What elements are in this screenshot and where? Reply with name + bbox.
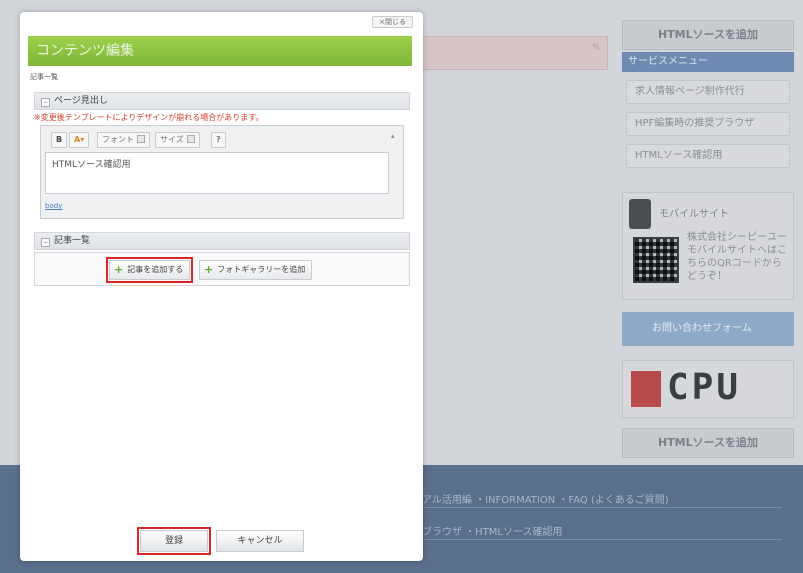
sidebar-heading-add-html: HTMLソースを追加: [622, 20, 794, 50]
toggle-icon[interactable]: −: [41, 98, 50, 107]
plus-icon: +: [114, 263, 124, 276]
pencil-icon: ✎: [591, 41, 601, 54]
section-article-list-label: 記事一覧: [54, 236, 91, 246]
add-article-label: 記事を追加する: [127, 265, 184, 274]
phone-icon: [629, 199, 651, 229]
font-select-label: フォント: [102, 135, 134, 144]
sidebar-heading-add-html-bottom: HTMLソースを追加: [622, 428, 794, 458]
register-button[interactable]: 登録: [137, 527, 211, 555]
breadcrumb: 記事一覧: [30, 73, 58, 81]
rich-text-editor: B A▾ フォント サイズ ? ▴ HTMLソース確認用 body: [40, 125, 404, 219]
mobile-site-box: モバイルサイト 株式会社シーピーユーモバイルサイトへはこちらのQRコードからどう…: [622, 192, 794, 300]
section-article-list[interactable]: − 記事一覧: [34, 232, 410, 250]
footer-divider: [422, 507, 782, 508]
mobile-site-title: モバイルサイト: [659, 209, 729, 220]
element-path-link[interactable]: body: [45, 202, 62, 210]
close-button[interactable]: ×閉じる: [372, 16, 413, 28]
add-photo-gallery-button[interactable]: + フォトギャラリーを追加: [199, 260, 313, 280]
logo-text: CPU: [667, 367, 742, 408]
modal-title: コンテンツ編集: [28, 36, 412, 66]
scroll-indicator-icon[interactable]: ▴: [391, 132, 401, 140]
dropdown-icon: ▾: [80, 135, 85, 144]
mobile-site-description: 株式会社シーピーユーモバイルサイトへはこちらのQRコードからどうぞ！: [687, 232, 787, 282]
cpu-logo-box: CPU: [622, 360, 794, 418]
background-sidebar: HTMLソースを追加 サービスメニュー 求人情報ページ制作代行 HPF編集時の推…: [616, 0, 803, 465]
toggle-icon[interactable]: −: [41, 238, 50, 247]
sidebar-item-browser: HPF編集時の推奨ブラウザ: [626, 112, 790, 136]
editor-toolbar: B A▾ フォント サイズ ?: [45, 132, 397, 150]
help-button[interactable]: ?: [211, 132, 226, 148]
qr-code-icon: [633, 237, 679, 283]
article-list-area: + 記事を追加する + フォトギャラリーを追加: [34, 252, 410, 286]
sidebar-service-menu: サービスメニュー: [622, 52, 794, 72]
bold-button[interactable]: B: [51, 132, 68, 148]
footer-divider: [422, 539, 782, 540]
add-article-button[interactable]: + 記事を追加する: [105, 257, 194, 283]
size-select-label: サイズ: [160, 135, 184, 144]
editor-content-field[interactable]: HTMLソース確認用: [45, 152, 389, 194]
plus-icon: +: [204, 263, 214, 276]
logo-mark-icon: [631, 371, 661, 407]
size-select[interactable]: サイズ: [155, 132, 200, 148]
section-page-heading-label: ページ見出し: [54, 96, 108, 106]
sidebar-item-html-check: HTMLソース確認用: [626, 144, 790, 168]
sidebar-item-recruit: 求人情報ページ制作代行: [626, 80, 790, 104]
font-select[interactable]: フォント: [97, 132, 150, 148]
cancel-button[interactable]: キャンセル: [216, 530, 304, 552]
footer-links-row1: アル活用編 ・INFORMATION ・FAQ (よくあるご質問): [422, 495, 669, 506]
content-edit-modal: ×閉じる コンテンツ編集 記事一覧 − ページ見出し ※変更後テンプレートによりデ…: [20, 12, 423, 561]
template-warning: ※変更後テンプレートによりデザインが崩れる場合があります。: [34, 113, 264, 122]
footer-links-row2: ブラウザ ・HTMLソース確認用: [422, 527, 563, 538]
dropdown-icon: [186, 135, 195, 143]
section-page-heading[interactable]: − ページ見出し: [34, 92, 410, 110]
text-color-button[interactable]: A▾: [69, 132, 90, 148]
modal-action-row: 登録 キャンセル: [20, 527, 423, 555]
add-gallery-label: フォトギャラリーを追加: [217, 265, 306, 274]
dropdown-icon: [137, 135, 145, 143]
background-content-box: ✎: [412, 36, 608, 70]
contact-form-banner: お問い合わせフォーム: [622, 312, 794, 346]
